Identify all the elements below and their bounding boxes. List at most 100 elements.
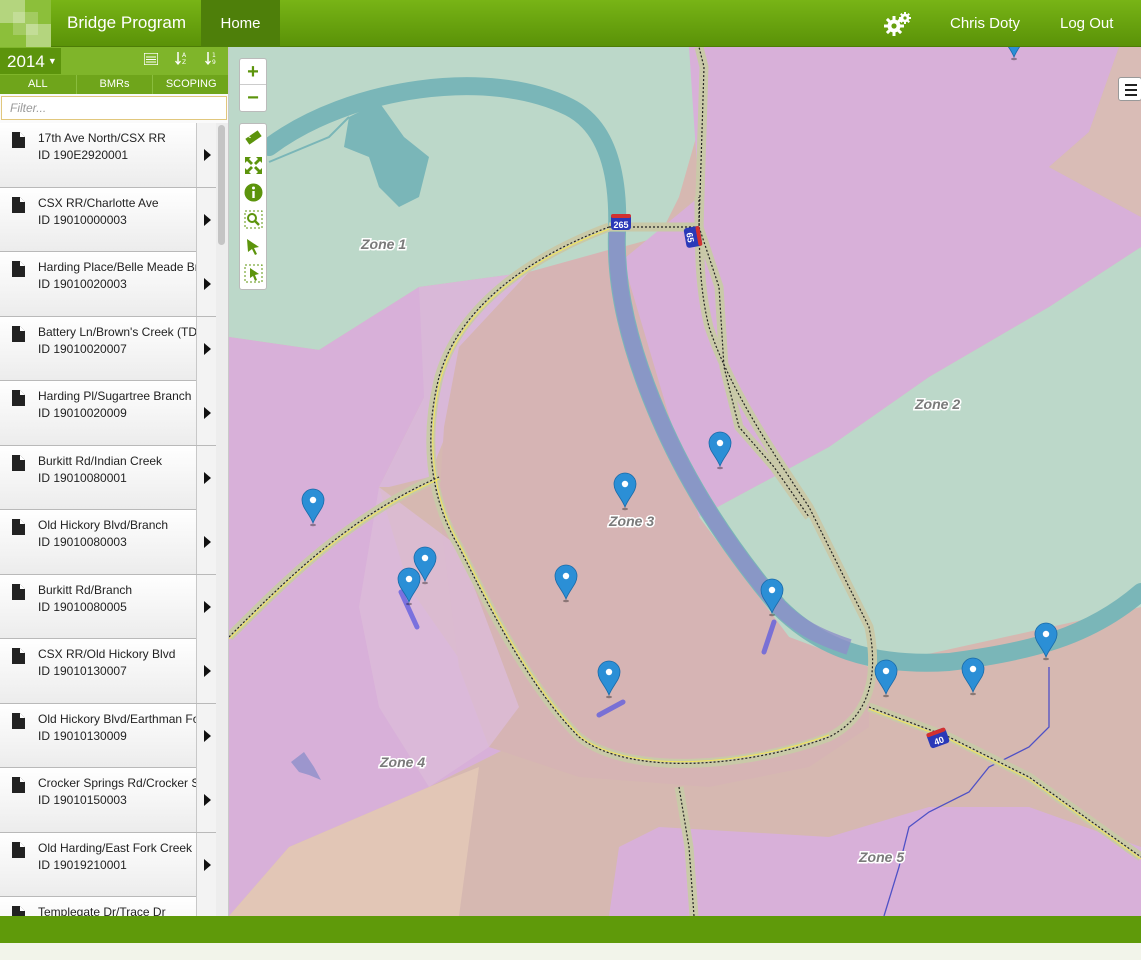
zoom-out-button[interactable]: − (240, 85, 266, 111)
bridge-id: ID 19019210001 (38, 857, 127, 872)
open-bridge-button[interactable] (196, 574, 216, 639)
bridge-list-item[interactable]: Burkitt Rd/Branch ID 19010080005 (0, 574, 216, 639)
bridge-list-item[interactable]: Old Hickory Blvd/Branch ID 19010080003 (0, 510, 216, 575)
bridge-name: Battery Ln/Brown's Creek (TDC (38, 324, 198, 339)
document-icon (12, 261, 25, 277)
open-bridge-button[interactable] (196, 832, 216, 897)
bridge-list-item[interactable]: Old Harding/East Fork Creek ID 1901921000… (0, 832, 216, 897)
shield-65-icon: 65 (683, 226, 703, 248)
gears-icon[interactable] (884, 11, 912, 37)
app-title: Bridge Program (67, 13, 187, 32)
bridge-list-item[interactable]: Harding Place/Belle Meade Bra ID 19010020… (0, 252, 216, 317)
open-bridge-button[interactable] (196, 445, 216, 510)
svg-text:Z: Z (182, 59, 186, 65)
user-menu[interactable]: Chris Doty (950, 15, 1020, 32)
select-pointer-icon[interactable] (244, 237, 263, 256)
bridge-list: 17th Ave North/CSX RR ID 190E2920001 CSX R… (0, 123, 216, 916)
zoom-in-button[interactable]: + (240, 59, 266, 85)
document-icon (12, 777, 25, 793)
list-view-icon[interactable] (141, 51, 161, 71)
open-bridge-button[interactable] (196, 897, 216, 916)
bridge-list-item[interactable]: Battery Ln/Brown's Creek (TDC ID 19010020… (0, 316, 216, 381)
zone-5-label: Zone 5 (858, 849, 904, 865)
year-value: 2014 (7, 52, 45, 71)
zoom-to-area-icon[interactable] (244, 210, 263, 229)
bridge-name: Old Harding/East Fork Creek (38, 840, 193, 855)
bridge-name: CSX RR/Old Hickory Blvd (38, 647, 176, 661)
bridge-list-item[interactable]: Templegate Dr/Trace Dr (0, 897, 216, 916)
open-bridge-button[interactable] (196, 252, 216, 316)
document-icon (12, 519, 25, 535)
svg-text:A: A (182, 52, 187, 59)
chevron-right-icon (204, 213, 211, 226)
chevron-right-icon (204, 600, 211, 613)
sort-alpha-icon[interactable]: AZ (172, 51, 192, 71)
layers-menu-button[interactable] (1118, 77, 1141, 101)
bridge-id: ID 19010150003 (38, 793, 127, 807)
open-bridge-button[interactable] (196, 510, 216, 574)
nav-home-tab[interactable]: Home (201, 0, 280, 47)
tab-bmrs[interactable]: BMRs (75, 75, 153, 94)
open-bridge-button[interactable] (196, 639, 216, 703)
bridge-list-panel: 2014 ▼ AZ 19 ALL BMRs SCOPING Filter... 1… (0, 47, 229, 916)
document-icon (12, 906, 25, 916)
measure-ruler-icon[interactable] (244, 128, 263, 147)
open-bridge-button[interactable] (196, 123, 216, 187)
bridge-name: Old Hickory Blvd/Earthman For (38, 711, 198, 726)
bridge-name: CSX RR/Charlotte Ave (38, 195, 159, 210)
zone-1-label: Zone 1 (360, 236, 406, 252)
filter-input[interactable]: Filter... (1, 96, 227, 120)
document-icon (12, 454, 25, 471)
bridge-name: Burkitt Rd/Branch (38, 582, 133, 597)
list-scrollbar-thumb[interactable] (218, 125, 225, 245)
bridge-list-item[interactable]: CSX RR/Old Hickory Blvd ID 19010130007 (0, 639, 216, 704)
bridge-name: Templegate Dr/Trace Dr (38, 905, 166, 916)
map-view[interactable]: 265 65 40 Zone 1 Zone 2 Zone 3 Zone 4 Zo… (229, 47, 1141, 916)
caret-down-icon: ▼ (47, 56, 57, 66)
bridge-id: ID 19010080001 (38, 470, 127, 485)
year-dropdown[interactable]: 2014 ▼ (0, 48, 61, 74)
bridge-list-item[interactable]: Harding Pl/Sugartree Branch ID 1901002000… (0, 381, 216, 446)
chevron-right-icon (204, 471, 211, 484)
bridge-list-item[interactable]: 17th Ave North/CSX RR ID 190E2920001 (0, 123, 216, 188)
bridge-id: ID 19010020003 (38, 277, 127, 291)
bridge-list-item[interactable]: Burkitt Rd/Indian Creek ID 19010080001 (0, 445, 216, 510)
zone-4-label: Zone 4 (379, 754, 425, 770)
select-box-icon[interactable] (244, 264, 263, 283)
map-tools (239, 123, 267, 290)
open-bridge-button[interactable] (196, 768, 216, 832)
tab-scoping[interactable]: SCOPING (152, 75, 228, 94)
bridge-list-item[interactable]: CSX RR/Charlotte Ave ID 19010000003 (0, 187, 216, 252)
chevron-right-icon (204, 858, 211, 871)
bridge-id: ID 19010080003 (38, 535, 127, 549)
svg-text:65: 65 (684, 232, 696, 244)
open-bridge-button[interactable] (196, 381, 216, 445)
svg-text:1: 1 (212, 52, 216, 59)
open-bridge-button[interactable] (196, 187, 216, 252)
bridge-name: 17th Ave North/CSX RR (38, 131, 166, 145)
bridge-list-item[interactable]: Old Hickory Blvd/Earthman For ID 19010130… (0, 703, 216, 768)
app-footer (0, 916, 1141, 943)
app-logo[interactable] (0, 0, 51, 47)
chevron-right-icon (204, 665, 211, 677)
sort-numeric-icon[interactable]: 19 (202, 51, 222, 71)
tab-all[interactable]: ALL (0, 75, 76, 94)
chevron-right-icon (204, 794, 211, 806)
chevron-right-icon (204, 536, 211, 548)
document-icon (12, 325, 25, 342)
open-bridge-button[interactable] (196, 703, 216, 768)
open-bridge-button[interactable] (196, 316, 216, 381)
bridge-list-item[interactable]: Crocker Springs Rd/Crocker Spr ID 1901015… (0, 768, 216, 833)
logout-link[interactable]: Log Out (1060, 15, 1113, 32)
document-icon (12, 390, 25, 406)
app-header: Bridge Program Home Chris Doty Log Out (0, 0, 1141, 47)
full-extent-icon[interactable] (244, 156, 263, 175)
list-filter-tabs: ALL BMRs SCOPING (0, 75, 228, 94)
info-icon[interactable] (244, 183, 263, 202)
bridge-id: ID 19010130009 (38, 728, 127, 743)
bridge-id: ID 19010000003 (38, 212, 127, 227)
document-icon (12, 841, 25, 858)
bridge-name: Old Hickory Blvd/Branch (38, 518, 169, 532)
bridge-id: ID 19010020009 (38, 406, 127, 420)
bridge-name: Harding Pl/Sugartree Branch (38, 389, 192, 403)
